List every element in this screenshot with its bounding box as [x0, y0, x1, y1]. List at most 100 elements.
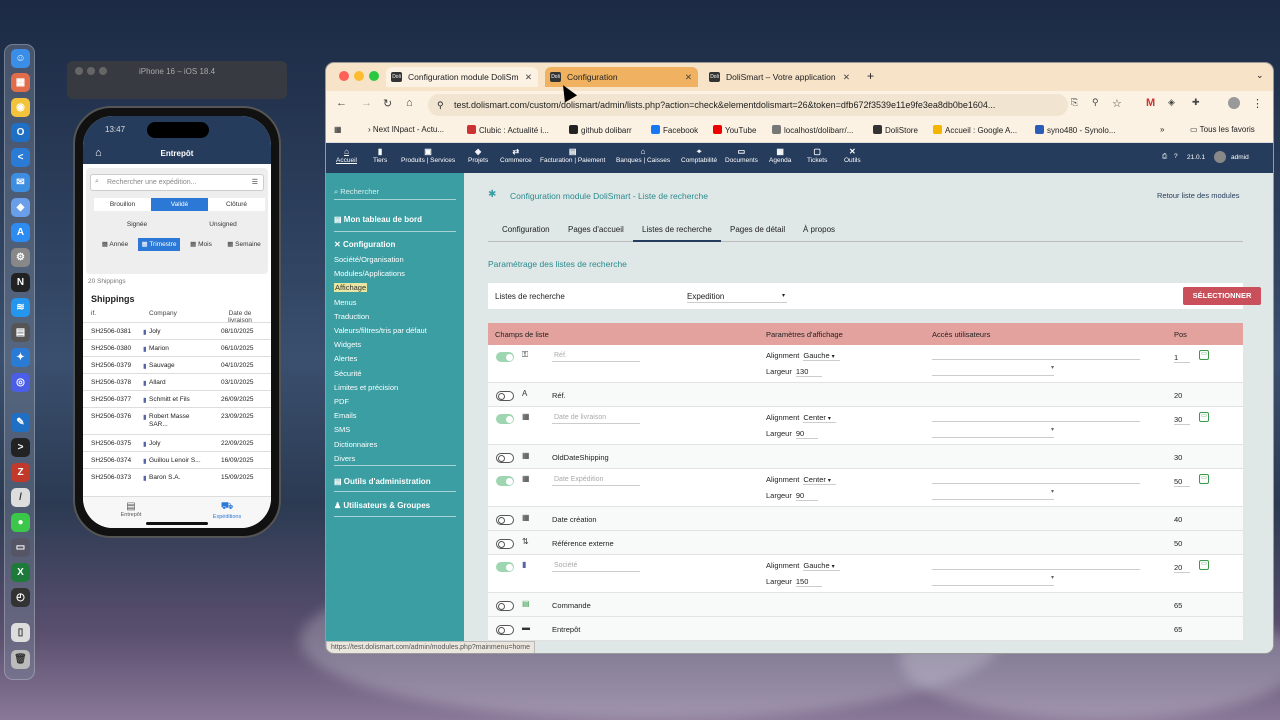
filter-semaine[interactable]: ▦ Semaine — [222, 238, 266, 251]
menu-icon[interactable]: ⋮ — [1252, 97, 1263, 110]
sidebar-item-14[interactable]: Divers — [334, 454, 355, 463]
user-access-input[interactable] — [932, 410, 1140, 422]
tab-configuration[interactable]: Configuration — [502, 225, 550, 234]
visibility-toggle[interactable] — [496, 391, 514, 401]
width-setting[interactable]: Largeur 130 — [766, 367, 823, 377]
bookmark[interactable]: syno480 - Synolo... — [1035, 125, 1115, 135]
minimize-window-button[interactable] — [354, 71, 364, 81]
filter-mois[interactable]: ▦ Mois — [182, 238, 220, 251]
visibility-toggle[interactable] — [496, 515, 514, 525]
close-window-button[interactable] — [339, 71, 349, 81]
position-value[interactable]: 1 — [1174, 353, 1190, 363]
zoom-icon[interactable]: ⚲ — [1092, 97, 1099, 108]
width-setting[interactable]: Largeur 90 — [766, 491, 819, 501]
launchpad-icon[interactable]: ▦ — [11, 73, 30, 92]
position-value[interactable]: 20 — [1174, 563, 1190, 573]
site-info-icon[interactable]: ⚲ — [437, 94, 444, 116]
user-access-select[interactable]: ▾ — [932, 426, 1054, 438]
forward-icon[interactable]: → — [361, 97, 372, 109]
user-access-select[interactable]: ▾ — [932, 574, 1054, 586]
document-icon[interactable]: ▯ — [11, 623, 30, 642]
filter-trimestre[interactable]: ▦ Trimestre — [138, 238, 180, 251]
width-setting[interactable]: Largeur 150 — [766, 577, 823, 587]
table-row[interactable]: SH2506-0376 ▮ Robert Masse SAR... 23/09/202… — [83, 407, 271, 434]
field-label-input[interactable]: Réf. — [552, 349, 640, 362]
sidebar-item-6[interactable]: Widgets — [334, 340, 361, 349]
sidebar-item-4[interactable]: Traduction — [334, 312, 369, 321]
save-icon[interactable]: ▭ — [1199, 560, 1209, 570]
topnav-item-11[interactable]: ✕ Outils — [844, 147, 861, 165]
visibility-toggle[interactable] — [496, 352, 514, 362]
save-icon[interactable]: ▭ — [1199, 350, 1209, 360]
field-label-input[interactable]: Date Expédition — [552, 473, 640, 486]
app-icon[interactable]: ◎ — [11, 373, 30, 392]
save-icon[interactable]: ▭ — [1199, 412, 1209, 422]
vscode-icon[interactable]: < — [11, 148, 30, 167]
sidebar-item-5[interactable]: Valeurs/filtres/tris par défaut — [334, 326, 427, 335]
all-bookmarks[interactable]: ▭ Tous les favoris — [1190, 125, 1255, 134]
sidebar-item-12[interactable]: SMS — [334, 425, 350, 434]
bookmark[interactable]: › Next INpact - Actu... — [368, 125, 444, 134]
bookmark-star-icon[interactable]: ☆ — [1112, 97, 1122, 110]
user-avatar[interactable] — [1214, 151, 1226, 163]
topnav-item-0[interactable]: ⌂ Accueil — [336, 147, 357, 165]
sidebar-item-7[interactable]: Alertes — [334, 354, 357, 363]
position-value[interactable]: 50 — [1174, 477, 1190, 487]
sidebar-item-9[interactable]: Limites et précision — [334, 383, 398, 392]
terminal-icon[interactable]: > — [11, 438, 30, 457]
chrome-icon[interactable]: ◉ — [11, 98, 30, 117]
activity-icon[interactable]: ◴ — [11, 588, 30, 607]
apps-icon[interactable]: ▦ — [334, 125, 342, 134]
xcode-icon[interactable]: ✎ — [11, 413, 30, 432]
maps-icon[interactable]: ◆ — [11, 198, 30, 217]
alignment-setting[interactable]: Alignment Gauche ▾ — [766, 351, 840, 361]
close-tab-icon[interactable]: ✕ — [843, 67, 850, 87]
tab-expeditions[interactable]: ⛟ Expéditions — [197, 501, 257, 520]
sidebar-item-11[interactable]: Emails — [334, 411, 357, 420]
alignment-setting[interactable]: Alignment Center ▾ — [766, 413, 836, 423]
user-access-select[interactable]: ▾ — [932, 364, 1054, 376]
sidebar-item-8[interactable]: Sécurité — [334, 369, 362, 378]
sidebar-configuration[interactable]: ✕ Configuration — [334, 240, 395, 249]
sidebar-item-3[interactable]: Menus — [334, 298, 357, 307]
alignment-setting[interactable]: Alignment Center ▾ — [766, 475, 836, 485]
topnav-item-1[interactable]: ▮ Tiers — [373, 147, 387, 165]
install-icon[interactable]: ⎘ — [1071, 97, 1078, 108]
finder-icon[interactable]: ☺ — [11, 49, 30, 68]
docker-icon[interactable]: ≋ — [11, 298, 30, 317]
filter-signee[interactable]: Signée — [94, 218, 180, 231]
user-name[interactable]: admid — [1231, 153, 1249, 162]
topnav-item-6[interactable]: ⌂ Banques | Caisses — [616, 147, 670, 165]
home-icon[interactable]: ⌂ — [406, 97, 413, 109]
trash-icon[interactable]: 🗑 — [11, 650, 30, 669]
topnav-item-8[interactable]: ▭ Documents — [725, 147, 758, 165]
extensions-icon[interactable]: ✚ — [1192, 97, 1200, 108]
extension-icon[interactable]: ◈ — [1168, 97, 1175, 108]
filter-cloture[interactable]: Clôturé — [208, 198, 265, 211]
filter-brouillon[interactable]: Brouillon — [94, 198, 151, 211]
filter-icon[interactable]: ☰ — [252, 178, 258, 186]
filter-valide[interactable]: Validé — [151, 198, 208, 211]
table-row[interactable]: SH2506-0378 ▮ Allard 03/10/2025 — [83, 373, 271, 390]
filter-annee[interactable]: ▦ Année — [94, 238, 136, 251]
new-tab-icon[interactable]: + — [867, 69, 874, 83]
table-row[interactable]: SH2506-0381 ▮ Joly 08/10/2025 — [83, 322, 271, 339]
visibility-toggle[interactable] — [496, 539, 514, 549]
topnav-item-9[interactable]: ▦ Agenda — [769, 147, 791, 165]
bookmark[interactable]: DoliStore — [873, 125, 918, 135]
reload-icon[interactable]: ↻ — [383, 97, 392, 110]
notion-icon[interactable]: N — [11, 273, 30, 292]
user-access-input[interactable] — [932, 472, 1140, 484]
filter-unsigned[interactable]: Unsigned — [180, 218, 266, 231]
appstore-icon[interactable]: A — [11, 223, 30, 242]
tab-a-propos[interactable]: À propos — [803, 225, 835, 234]
topnav-item-4[interactable]: ⇄ Commerce — [500, 147, 532, 165]
sidebar-item-2[interactable]: Affichage — [334, 283, 368, 293]
save-icon[interactable]: ▭ — [1199, 474, 1209, 484]
settings-icon[interactable]: ⚙ — [11, 248, 30, 267]
topnav-item-3[interactable]: ◈ Projets — [468, 147, 488, 165]
table-row[interactable]: SH2506-0380 ▮ Marion 06/10/2025 — [83, 339, 271, 356]
user-access-input[interactable] — [932, 558, 1140, 570]
sidebar-item-0[interactable]: Société/Organisation — [334, 255, 404, 264]
tab-pages-accueil[interactable]: Pages d'accueil — [568, 225, 624, 234]
